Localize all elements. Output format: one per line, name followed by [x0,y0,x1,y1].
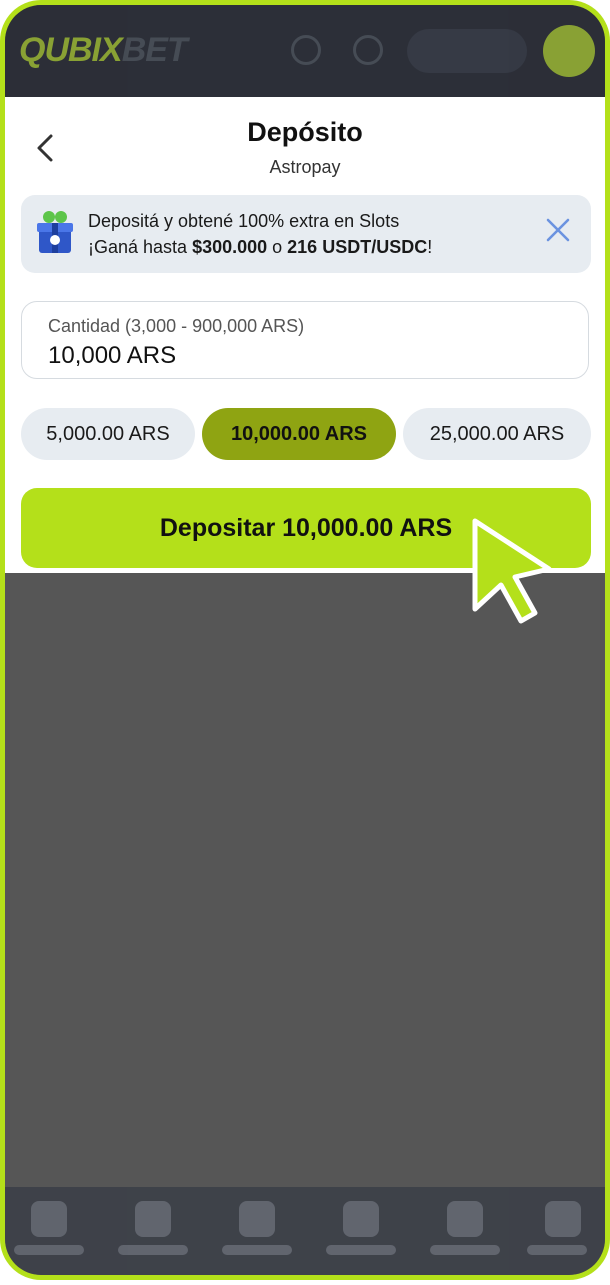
amount-chip-25000[interactable]: 25,000.00 ARS [403,408,591,460]
promo-suffix: ! [427,237,433,257]
notification-icon[interactable] [353,35,383,65]
promo-amount: $300.000 [192,237,268,257]
nav-label-3 [222,1245,292,1255]
logo-text: QUBIX [19,31,123,69]
amount-field[interactable]: Cantidad (3,000 - 900,000 ARS) [21,301,589,379]
amount-chip-5000[interactable]: 5,000.00 ARS [21,408,195,460]
amount-input[interactable] [48,342,548,370]
nav-label-5 [430,1245,500,1255]
pointer-cursor-icon [472,518,552,624]
top-app-bar: QUBIXBET [5,5,605,97]
promo-crypto: 216 USDT/USDC [287,237,428,257]
promo-line-2: ¡Ganá hasta $300.000 o 216 USDT/USDC! [88,237,432,258]
phone-frame: QUBIXBET Depósito Astropay Depositá y ob… [5,5,605,1275]
nav-icon-2[interactable] [135,1201,171,1237]
nav-icon-1[interactable] [31,1201,67,1237]
nav-icon-4[interactable] [343,1201,379,1237]
avatar[interactable] [543,25,595,77]
promo-prefix: ¡Ganá hasta [88,237,193,257]
nav-icon-5[interactable] [447,1201,483,1237]
nav-icon-6[interactable] [545,1201,581,1237]
nav-label-1 [14,1245,84,1255]
amount-label: Cantidad (3,000 - 900,000 ARS) [48,316,305,336]
bottom-navigation [5,1187,605,1275]
close-icon[interactable] [543,215,573,245]
promo-banner: Depositá y obtené 100% extra en Slots ¡G… [21,195,591,273]
nav-label-6 [527,1245,587,1255]
deposit-modal: Depósito Astropay Depositá y obtené 100%… [5,97,605,573]
search-icon[interactable] [291,35,321,65]
balance-pill[interactable] [407,29,527,73]
gift-icon [37,211,73,253]
promo-line-1: Depositá y obtené 100% extra en Slots [88,211,400,231]
modal-title: Depósito [247,117,363,147]
logo-suffix: BET [121,31,188,69]
payment-method-subtitle: Astropay [269,157,341,177]
promo-middle: o [267,237,288,257]
amount-chip-10000[interactable]: 10,000.00 ARS [202,408,396,460]
nav-icon-3[interactable] [239,1201,275,1237]
nav-label-2 [118,1245,188,1255]
nav-label-4 [326,1245,396,1255]
brand-logo: QUBIXBET [19,31,188,70]
